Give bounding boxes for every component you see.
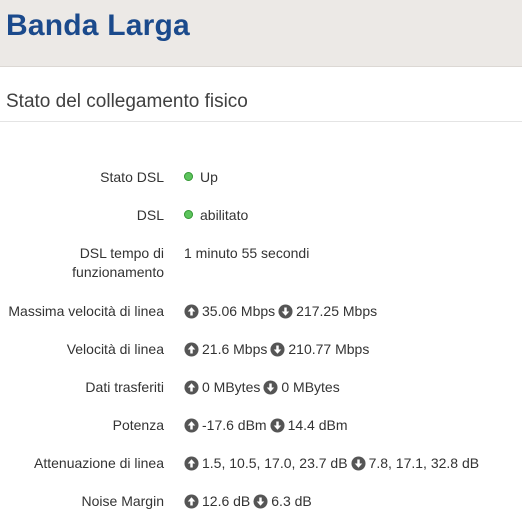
row-value: abilitato	[184, 206, 248, 225]
row-value: 35.06 Mbps 217.25 Mbps	[184, 302, 377, 321]
arrow-up-circle-icon	[184, 304, 199, 319]
upload-value: -17.6 dBm	[202, 417, 267, 433]
row-value: 1 minuto 55 secondi	[184, 245, 310, 261]
upload-value: 12.6 dB	[202, 493, 251, 509]
download-value: 6.3 dB	[271, 493, 312, 509]
download-value: 14.4 dBm	[287, 417, 348, 433]
arrow-up-circle-icon	[184, 380, 199, 395]
page-title: Banda Larga	[6, 9, 190, 42]
upload-value: 21.6 Mbps	[202, 341, 268, 357]
status-text: abilitato	[200, 207, 249, 223]
download-value: 0 MBytes	[281, 379, 340, 395]
arrow-up-circle-icon	[184, 494, 199, 509]
upload-value: 35.06 Mbps	[202, 303, 276, 319]
arrow-up-circle-icon	[184, 342, 199, 357]
arrow-down-circle-icon	[253, 494, 268, 509]
arrow-down-circle-icon	[270, 342, 285, 357]
page-header: Banda Larga	[0, 0, 522, 67]
row-label-line1: DSL tempo di	[79, 245, 164, 261]
row-value: -17.6 dBm 14.4 dBm	[184, 416, 348, 435]
row-value: 12.6 dB 6.3 dB	[184, 492, 312, 511]
row-value: 1.5, 10.5, 17.0, 23.7 dB 7.8, 17.1, 32.8 …	[184, 454, 479, 473]
upload-value: 1.5, 10.5, 17.0, 23.7 dB	[202, 455, 348, 471]
row-label: Attenuazione di linea	[34, 455, 164, 471]
row-value: 0 MBytes 0 MBytes	[184, 378, 340, 397]
row-value: 21.6 Mbps 210.77 Mbps	[184, 340, 369, 359]
row-label: DSL	[136, 207, 164, 223]
download-value: 7.8, 17.1, 32.8 dB	[368, 455, 480, 471]
upload-value: 0 MBytes	[202, 379, 261, 395]
row-label: Velocità di linea	[66, 341, 164, 357]
arrow-down-circle-icon	[278, 304, 293, 319]
download-value: 217.25 Mbps	[296, 303, 378, 319]
download-value: 210.77 Mbps	[288, 341, 370, 357]
row-label: Potenza	[112, 417, 164, 433]
arrow-down-circle-icon	[263, 380, 278, 395]
section-title: Stato del collegamento fisico	[6, 91, 248, 112]
row-value: Up	[184, 168, 218, 187]
row-label: DSL tempo di funzionamento	[0, 244, 164, 282]
row-label: Massima velocità di linea	[8, 303, 164, 319]
status-dot-icon	[184, 172, 193, 181]
row-label-line2: funzionamento	[72, 264, 164, 280]
arrow-up-circle-icon	[184, 456, 199, 471]
row-label: Stato DSL	[100, 169, 164, 185]
status-text: Up	[200, 169, 218, 185]
arrow-down-circle-icon	[351, 456, 366, 471]
section-divider	[0, 121, 522, 122]
row-label: Noise Margin	[81, 493, 164, 509]
arrow-down-circle-icon	[270, 418, 285, 433]
arrow-up-circle-icon	[184, 418, 199, 433]
row-label: Dati trasferiti	[85, 379, 164, 395]
status-dot-icon	[184, 210, 193, 219]
